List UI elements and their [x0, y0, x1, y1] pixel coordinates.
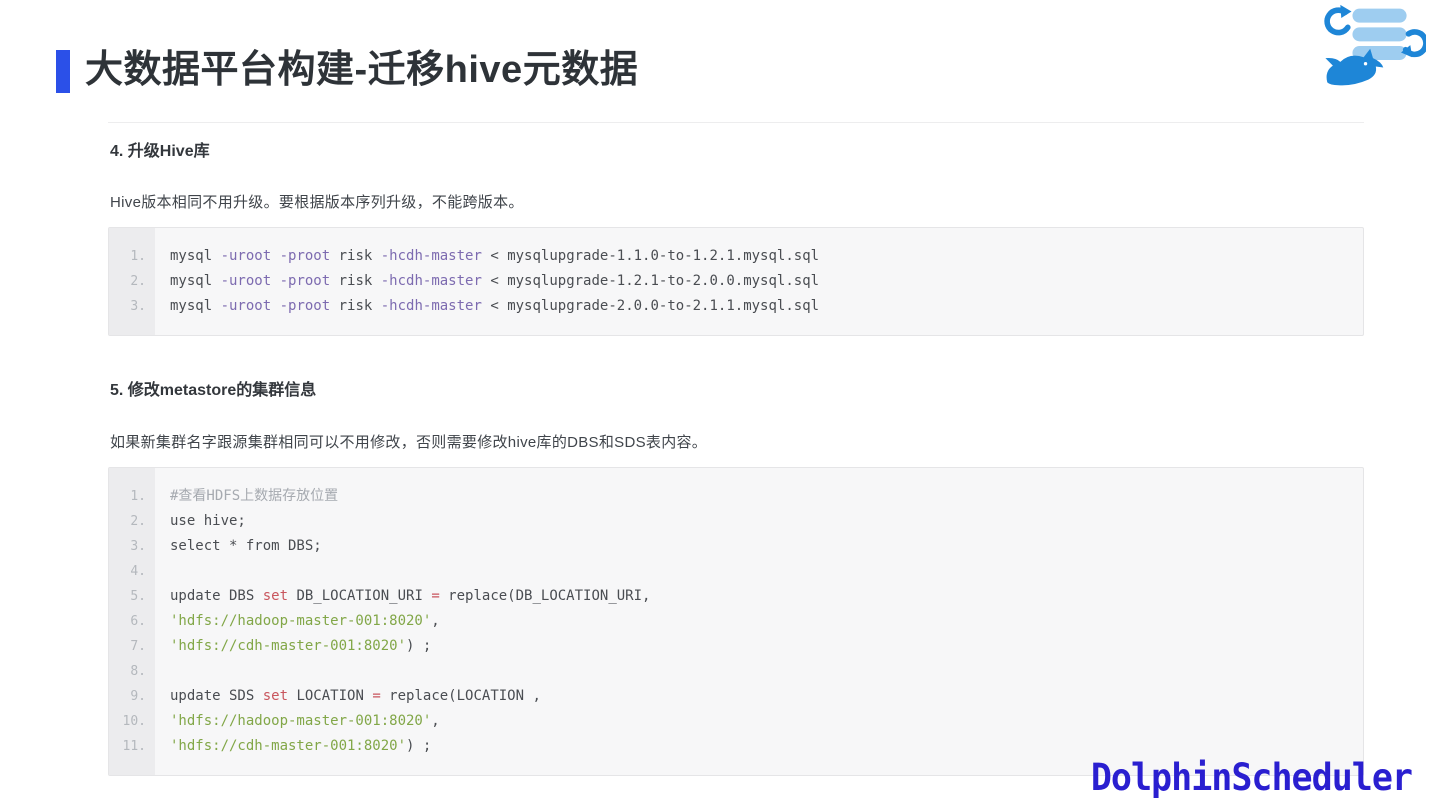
dolphinscheduler-logo-svg	[1324, 4, 1429, 86]
section-paragraph: 如果新集群名字跟源集群相同可以不用修改，否则需要修改hive库的DBS和SDS表…	[110, 434, 708, 451]
line-number: 3.	[130, 539, 146, 554]
database-stack-icon	[1352, 8, 1407, 60]
line-number: 7.	[130, 639, 146, 654]
code-text: select * from DBS;	[170, 538, 322, 554]
code-text: update DBS set DB_LOCATION_URI = replace…	[170, 588, 651, 604]
header: 大数据平台构建-迁移hive元数据	[56, 44, 638, 96]
code-line: 3. select * from DBS;	[109, 534, 1363, 559]
section-heading: 4. 升级Hive库	[110, 143, 210, 160]
code-block-metastore-sql: 1. #查看HDFS上数据存放位置 2. use hive; 3. select * fr…	[108, 467, 1364, 776]
code-line: 7. 'hdfs://cdh-master-001:8020') ;	[109, 634, 1363, 659]
section-upgrade-hive: 4. 升级Hive库 Hive版本相同不用升级。要根据版本序列升级，不能跨版本。…	[108, 137, 1364, 336]
code-line: 4.	[109, 559, 1363, 584]
line-number: 8.	[130, 664, 146, 679]
code-line: 6. 'hdfs://hadoop-master-001:8020',	[109, 609, 1363, 634]
code-text: #查看HDFS上数据存放位置	[170, 488, 339, 504]
brand-wordmark: DolphinScheduler	[1090, 756, 1413, 800]
line-number: 10.	[122, 714, 146, 729]
section-modify-metastore: 5. 修改metastore的集群信息 如果新集群名字跟源集群相同可以不用修改，…	[108, 376, 1364, 776]
section-paragraph: Hive版本相同不用升级。要根据版本序列升级，不能跨版本。	[110, 194, 524, 211]
code-block-upgrade-commands: 1. mysql -uroot -proot risk -hcdh-master …	[108, 227, 1364, 336]
code-text: 'hdfs://hadoop-master-001:8020',	[170, 713, 440, 729]
code-text: 'hdfs://cdh-master-001:8020') ;	[170, 738, 432, 754]
code-text: 'hdfs://cdh-master-001:8020') ;	[170, 638, 432, 654]
sync-arrow-left-icon	[1324, 4, 1352, 36]
code-line: 5. update DBS set DB_LOCATION_URI = repla…	[109, 584, 1363, 609]
content-area: 4. 升级Hive库 Hive版本相同不用升级。要根据版本序列升级，不能跨版本。…	[108, 122, 1364, 776]
line-number: 2.	[130, 514, 146, 529]
code-line: 9. update SDS set LOCATION = replace(LOCA…	[109, 684, 1363, 709]
line-number: 1.	[130, 249, 146, 264]
section-heading: 5. 修改metastore的集群信息	[110, 382, 317, 399]
code-line: 3. mysql -uroot -proot risk -hcdh-master …	[109, 294, 1363, 319]
line-number: 4.	[130, 564, 146, 579]
code-line: 1. #查看HDFS上数据存放位置	[109, 484, 1363, 509]
title-accent-bar	[56, 50, 70, 93]
code-text: mysql -uroot -proot risk -hcdh-master < …	[170, 248, 820, 264]
code-text: 'hdfs://hadoop-master-001:8020',	[170, 613, 440, 629]
code-line: 1. mysql -uroot -proot risk -hcdh-master …	[109, 244, 1363, 269]
code-line: 11. 'hdfs://cdh-master-001:8020') ;	[109, 734, 1363, 759]
code-line: 8.	[109, 659, 1363, 684]
code-text: mysql -uroot -proot risk -hcdh-master < …	[170, 298, 820, 314]
code-text: use hive;	[170, 513, 246, 529]
slide-page: { "page": { "title": "大数据平台构建-迁移hive元数据"…	[0, 0, 1440, 810]
code-line: 2. mysql -uroot -proot risk -hcdh-master …	[109, 269, 1363, 294]
line-number: 1.	[130, 489, 146, 504]
dolphinscheduler-logo	[1320, 4, 1429, 88]
line-number: 3.	[130, 299, 146, 314]
line-number: 11.	[122, 739, 146, 754]
code-text: mysql -uroot -proot risk -hcdh-master < …	[170, 273, 820, 289]
line-number: 6.	[130, 614, 146, 629]
code-line: 2. use hive;	[109, 509, 1363, 534]
page-title: 大数据平台构建-迁移hive元数据	[85, 49, 639, 91]
code-text: update SDS set LOCATION = replace(LOCATI…	[170, 688, 541, 704]
line-number: 5.	[130, 589, 146, 604]
code-line: 10. 'hdfs://hadoop-master-001:8020',	[109, 709, 1363, 734]
line-number: 2.	[130, 274, 146, 289]
line-number: 9.	[130, 689, 146, 704]
